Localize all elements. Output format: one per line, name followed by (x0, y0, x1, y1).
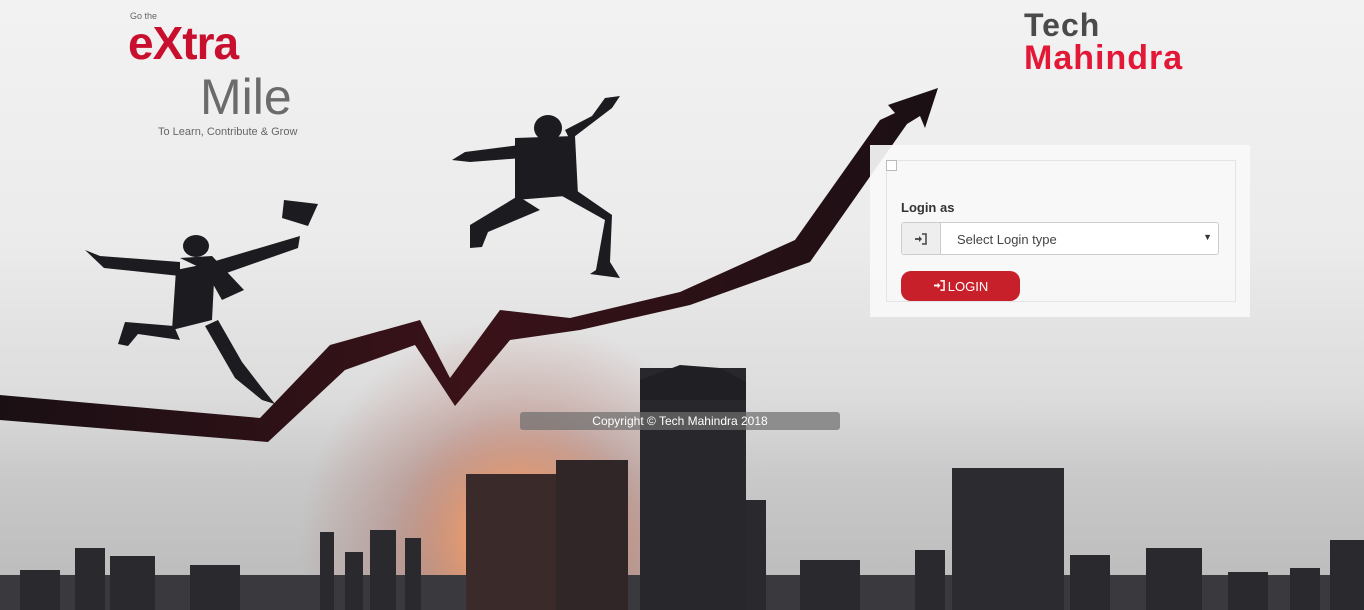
logo-mile-text: Mile (200, 69, 292, 125)
login-panel: Login as Select Login type ▼ LOGIN (870, 145, 1250, 317)
tech-mahindra-logo: Tech Mahindra (1022, 8, 1242, 78)
company-logo-line1: Tech (1024, 7, 1101, 43)
logo-tagline: To Learn, Contribute & Grow (158, 126, 298, 138)
chevron-down-icon: ▼ (1203, 232, 1212, 242)
login-type-select[interactable]: Select Login type ▼ (901, 222, 1219, 255)
company-logo-line2: Mahindra (1024, 39, 1184, 77)
logo-extra-text: eXtra (128, 17, 239, 69)
login-button[interactable]: LOGIN (901, 271, 1020, 301)
copyright-text: Copyright © Tech Mahindra 2018 (520, 412, 840, 430)
login-button-label: LOGIN (947, 278, 989, 294)
login-as-label: Login as (901, 200, 955, 215)
jumping-man-silhouette (452, 96, 620, 278)
sign-in-icon (902, 223, 941, 254)
sign-in-icon-glyph (933, 279, 945, 291)
login-type-selected-value: Select Login type (957, 232, 1057, 247)
sign-in-icon (933, 279, 946, 294)
panel-corner-marker (886, 160, 897, 171)
sign-in-icon-glyph (915, 232, 927, 245)
extra-mile-logo: Go the eXtra Mile To Learn, Contribute &… (128, 8, 318, 148)
